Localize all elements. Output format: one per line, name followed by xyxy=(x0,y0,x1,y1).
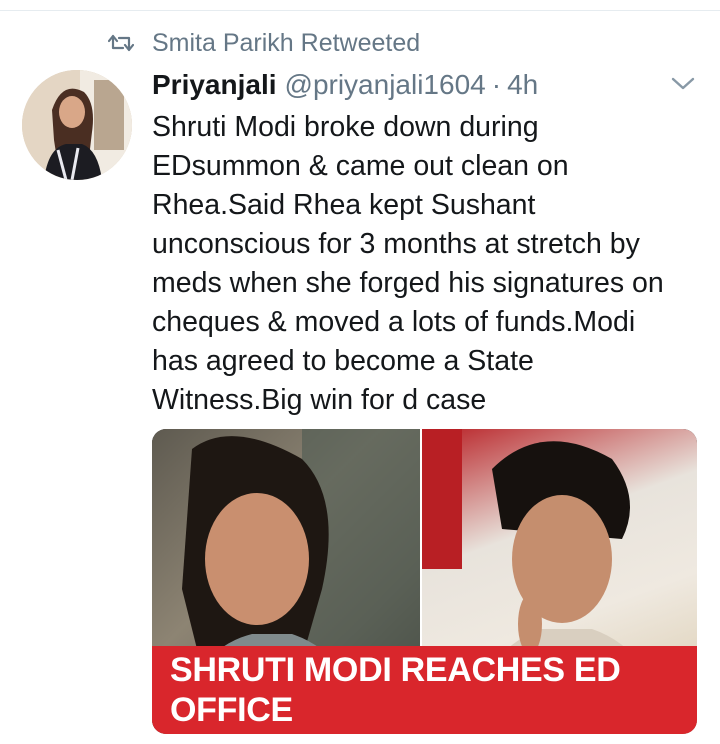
separator-dot: · xyxy=(491,69,502,100)
author-name[interactable]: Priyanjali xyxy=(152,66,277,104)
tweet-header: Priyanjali @priyanjali1604 · 4h xyxy=(152,66,700,104)
avatar[interactable] xyxy=(22,70,132,180)
tweet-text: Shruti Modi broke down during EDsummon &… xyxy=(152,111,664,416)
avatar-image xyxy=(22,70,132,180)
chevron-down-icon[interactable] xyxy=(668,72,698,94)
tweet-timestamp[interactable]: 4h xyxy=(507,66,538,104)
retweet-context[interactable]: Smita Parikh Retweeted xyxy=(108,26,420,60)
top-divider xyxy=(0,0,720,11)
author-handle[interactable]: @priyanjali1604 xyxy=(285,66,486,104)
retweet-label: Smita Parikh Retweeted xyxy=(152,28,421,57)
tweet-media[interactable]: SHRUTI MODI REACHES ED OFFICE xyxy=(152,429,697,734)
media-caption-bar: SHRUTI MODI REACHES ED OFFICE xyxy=(152,646,697,734)
retweet-icon xyxy=(108,34,134,52)
tweet-body: Priyanjali @priyanjali1604 · 4h Shruti M… xyxy=(152,66,700,420)
media-caption: SHRUTI MODI REACHES ED OFFICE xyxy=(170,651,621,729)
